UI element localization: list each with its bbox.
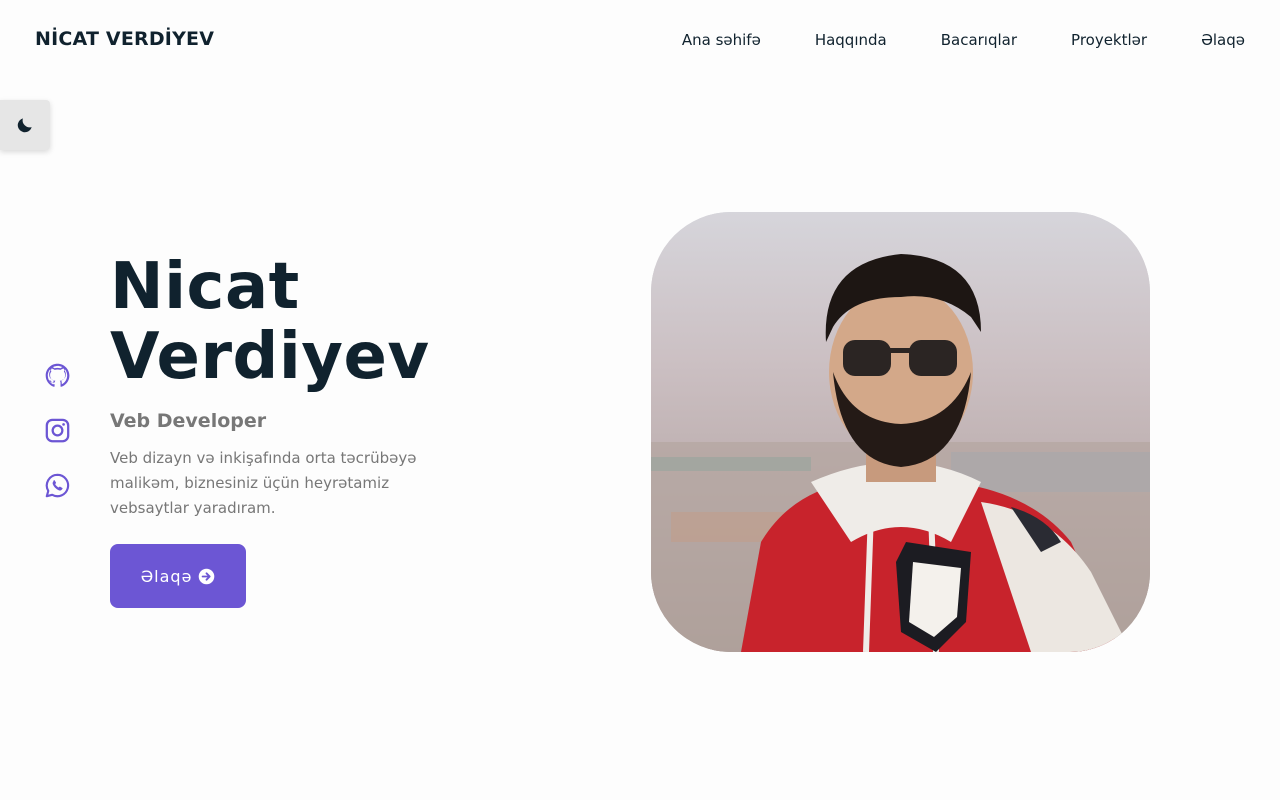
profile-photo — [651, 212, 1150, 652]
nav-about[interactable]: Haqqında — [815, 31, 887, 49]
hero-name-first: Nicat — [110, 250, 300, 324]
github-link[interactable] — [44, 362, 71, 389]
nav-projects[interactable]: Proyektlər — [1071, 31, 1147, 49]
contact-button-label: Əlaqə — [140, 566, 193, 586]
arrow-right-circle-icon — [199, 568, 215, 584]
moon-icon — [17, 118, 32, 133]
contact-button[interactable]: Əlaqə — [110, 544, 246, 608]
hero-role: Veb Developer — [110, 410, 267, 432]
whatsapp-link[interactable] — [44, 472, 71, 499]
hero-name-last: Verdiyev — [110, 320, 430, 394]
nav-skills[interactable]: Bacarıqlar — [941, 31, 1017, 49]
hero-intro: Nicat Verdiyev Veb Developer Veb dizayn … — [110, 252, 490, 521]
site-header: NİCAT VERDİYEV Ana səhifə Haqqında Bacar… — [0, 0, 1280, 82]
social-links — [44, 362, 71, 499]
profile-portrait-illustration — [651, 212, 1150, 652]
instagram-link[interactable] — [44, 417, 71, 444]
hero-name: Nicat Verdiyev — [110, 252, 490, 392]
theme-toggle-button[interactable] — [0, 100, 50, 150]
main-nav: Ana səhifə Haqqında Bacarıqlar Proyektlə… — [682, 31, 1245, 49]
whatsapp-icon — [45, 473, 70, 498]
instagram-icon — [45, 418, 70, 443]
github-icon — [45, 363, 70, 387]
hero-description: Veb dizayn və inkişafında orta təcrübəyə… — [110, 449, 417, 517]
site-logo[interactable]: NİCAT VERDİYEV — [35, 28, 214, 50]
nav-contact[interactable]: Əlaqə — [1201, 31, 1245, 49]
nav-home[interactable]: Ana səhifə — [682, 31, 761, 49]
